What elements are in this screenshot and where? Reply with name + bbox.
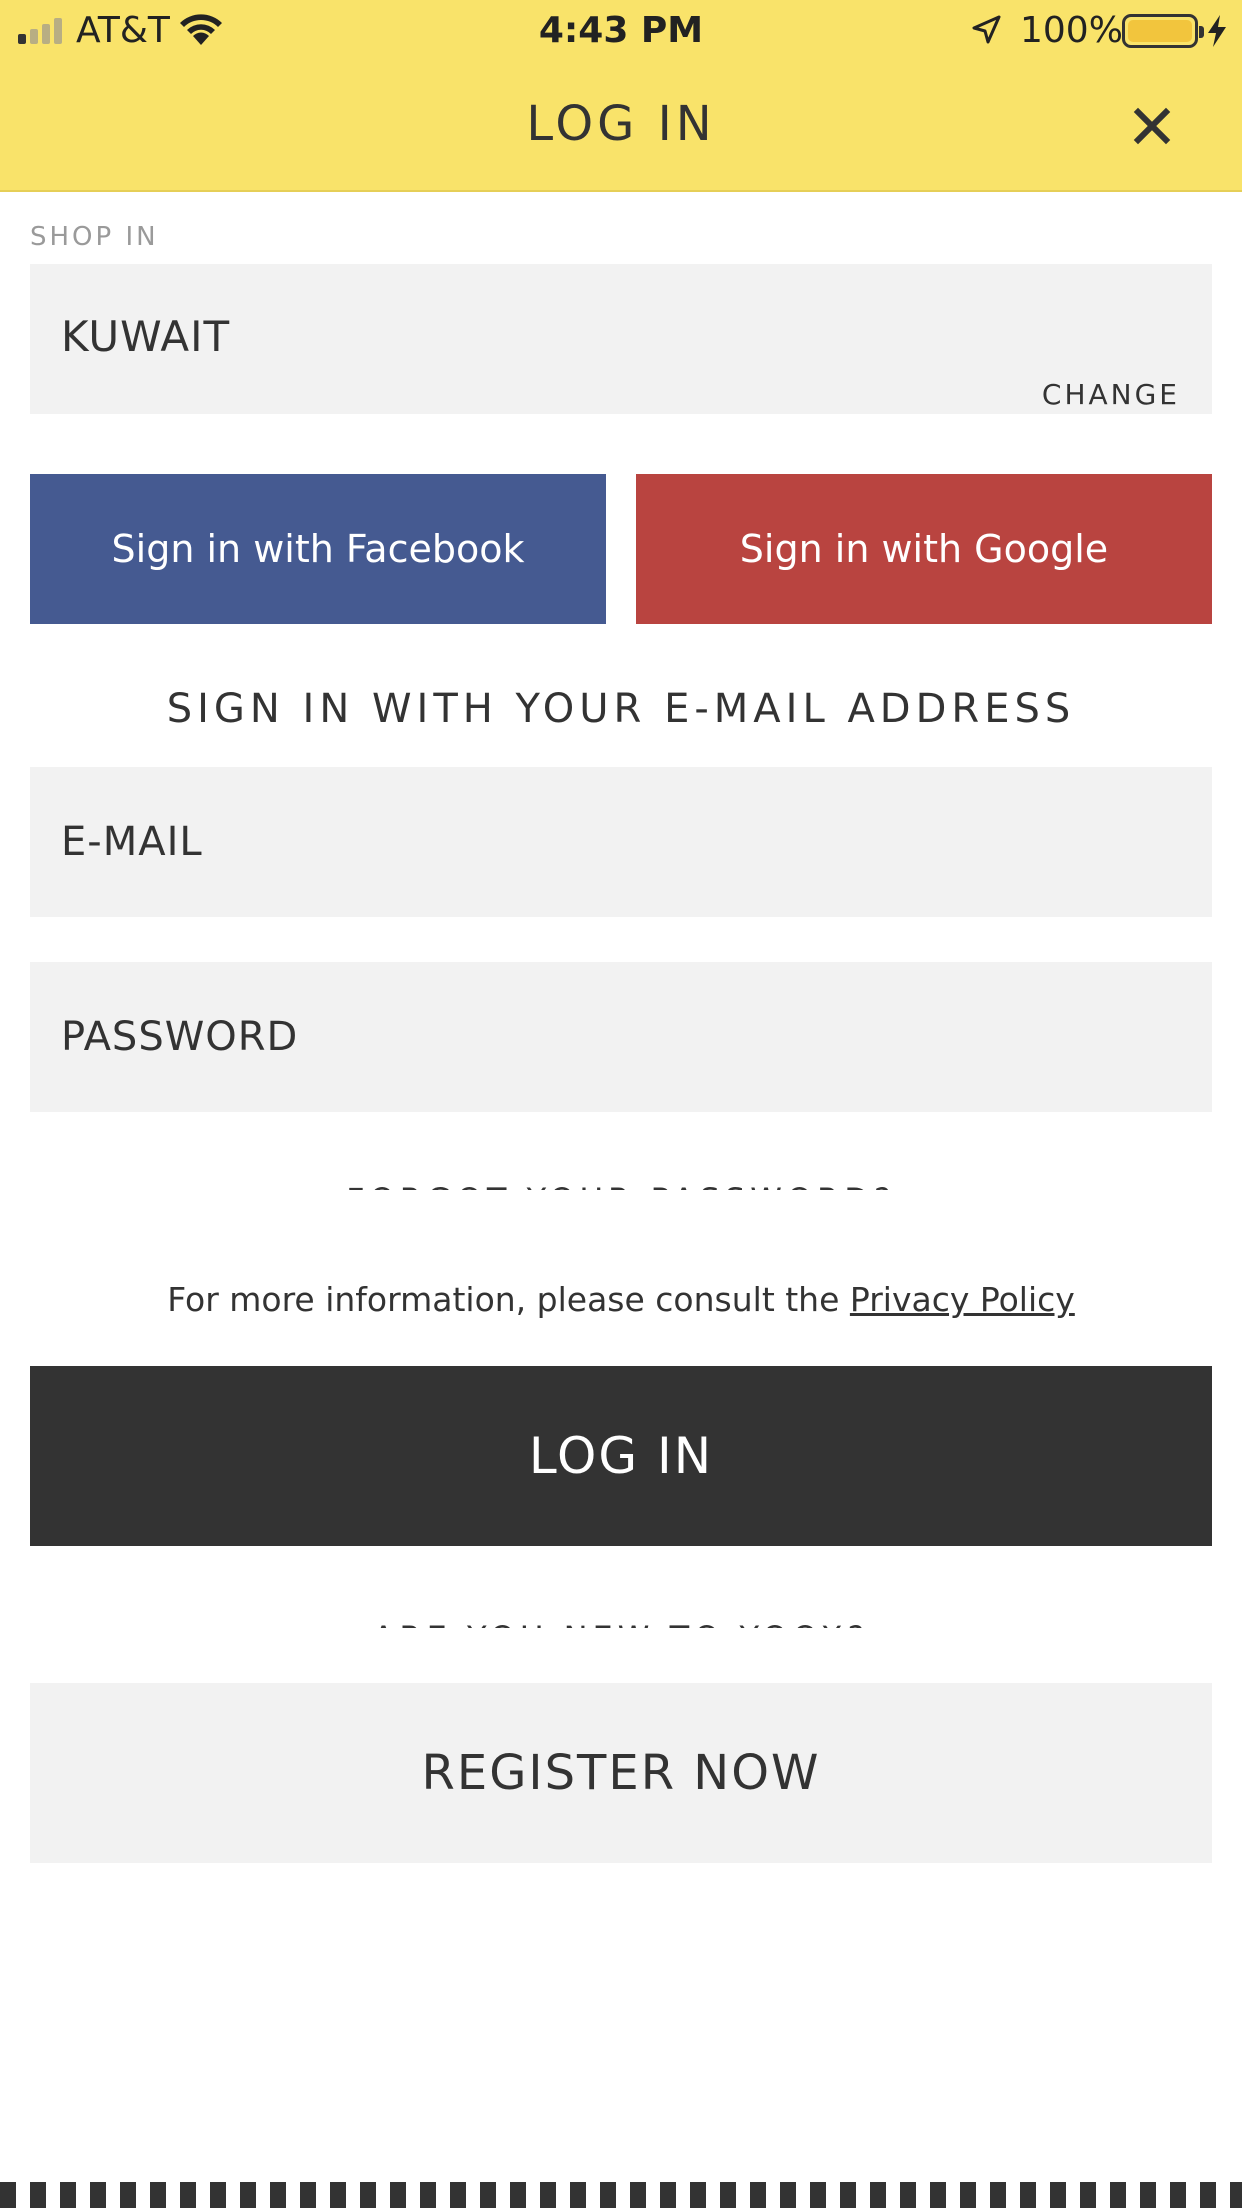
change-country-link[interactable]: CHANGE: [1042, 378, 1180, 411]
email-field[interactable]: [30, 767, 1212, 917]
new-user-question: ARE YOU NEW TO YOOX?: [0, 1614, 1242, 1628]
password-field[interactable]: [30, 962, 1212, 1112]
country-value: KUWAIT: [61, 312, 231, 361]
country-selector[interactable]: KUWAIT CHANGE: [30, 264, 1212, 414]
email-signin-heading: SIGN IN WITH YOUR E-MAIL ADDRESS: [166, 686, 1076, 732]
close-icon[interactable]: [1130, 104, 1174, 148]
facebook-signin-button[interactable]: Sign in with Facebook: [30, 474, 606, 624]
privacy-policy-link[interactable]: Privacy Policy: [850, 1280, 1075, 1319]
privacy-info-text: For more information, please consult the: [167, 1280, 850, 1319]
battery-percent: 100%: [1020, 10, 1123, 51]
privacy-info: For more information, please consult the…: [0, 1280, 1242, 1319]
battery-icon: [1122, 14, 1204, 48]
location-arrow-icon: [972, 15, 1001, 44]
shop-in-label: SHOP IN: [30, 222, 159, 248]
forgot-password-link[interactable]: FORGOT YOUR PASSWORD?: [0, 1176, 1242, 1190]
google-signin-button[interactable]: Sign in with Google: [636, 474, 1212, 624]
bottom-stripe-divider: [0, 2182, 1242, 2208]
status-bar: AT&T 4:43 PM 100%: [0, 0, 1242, 62]
header-bar: AT&T 4:43 PM 100% LOG IN: [0, 0, 1242, 192]
login-button[interactable]: LOG IN: [30, 1366, 1212, 1546]
page-title: LOG IN: [526, 96, 716, 152]
charging-bolt-icon: [1208, 15, 1226, 47]
register-now-button[interactable]: REGISTER NOW: [30, 1683, 1212, 1863]
